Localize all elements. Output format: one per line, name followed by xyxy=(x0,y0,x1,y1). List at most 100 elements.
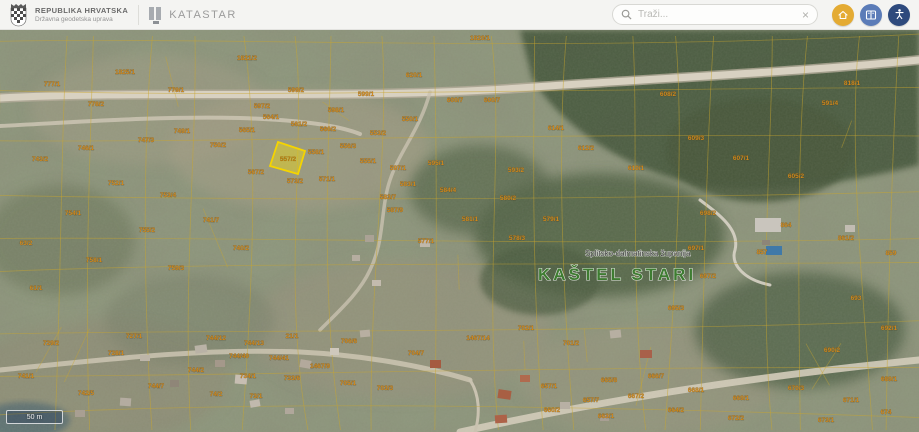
parcel-label: 704/7 xyxy=(408,350,425,357)
parcel-label: 657/7 xyxy=(583,397,600,404)
parcel-label: 744/40 xyxy=(229,353,249,360)
parcel-label: 579/1 xyxy=(543,216,560,223)
parcel-label: 750/2 xyxy=(210,142,227,149)
parcel-label: 702/1 xyxy=(518,325,535,332)
app-header: REPUBLIKA HRVATSKA Državna geodetska upr… xyxy=(0,0,919,30)
search-input[interactable] xyxy=(638,9,796,20)
parcel-label: 1825/1 xyxy=(115,69,135,76)
parcel-label: 578/3 xyxy=(509,235,526,242)
katastar-icon xyxy=(149,5,164,24)
parcel-label: 671/1 xyxy=(843,397,860,404)
parcel-label: 1467/14 xyxy=(466,335,490,342)
parcel-label: 556/3 xyxy=(340,143,357,150)
parcel-label: 705/1 xyxy=(340,380,357,387)
map-viewport[interactable]: 557/2 1825/1 779/1 778/2 777/1 1821/2 599/2 59… xyxy=(0,30,919,432)
app-name: KATASTAR xyxy=(169,8,237,21)
scale-bar-label: 50 m xyxy=(26,413,43,421)
dgu-brand[interactable]: REPUBLIKA HRVATSKA Državna geodetska upr… xyxy=(9,3,128,27)
croatia-coat-of-arms-icon xyxy=(10,3,27,26)
parcel-label: 741/1 xyxy=(18,373,35,380)
home-button[interactable] xyxy=(832,3,854,26)
parcel-label: 706/6 xyxy=(341,338,358,345)
parcel-label: 741/7 xyxy=(203,217,220,224)
header-actions xyxy=(832,3,910,26)
parcel-label: 577/1 xyxy=(418,238,435,245)
parcel-label: 752/1 xyxy=(108,180,125,187)
parcel-label: 818/1 xyxy=(844,80,861,87)
parcel-label: 599/2 xyxy=(288,87,305,94)
parcel-label: 733/6 xyxy=(284,375,301,382)
parcel-label: 754/1 xyxy=(65,210,82,217)
parcel-label: 567/2 xyxy=(248,169,265,176)
scale-bar: 50 m xyxy=(6,410,63,424)
settlement-label: KAŠTEL STARI xyxy=(538,265,696,284)
parcel-label: 583/7 xyxy=(380,194,397,201)
parcel-label: 1467/9 xyxy=(310,363,330,370)
parcel-label: 581/1 xyxy=(462,216,479,223)
parcel-label: 689/1 xyxy=(881,376,898,383)
parcel-label: 74/2 xyxy=(210,391,223,398)
parcel-label: 666/7 xyxy=(648,373,665,380)
parcel-label: 743/2 xyxy=(32,156,49,163)
parcel-label: 584/4 xyxy=(440,187,457,194)
parcel-label: 664/2 xyxy=(668,407,685,414)
parcel-label: 747/3 xyxy=(138,137,155,144)
parcel-label: 744/12 xyxy=(206,335,226,342)
parcel-label: 728/1 xyxy=(108,350,125,357)
parcel-label: 859 xyxy=(886,250,897,257)
parcel-label: 608/2 xyxy=(660,91,677,98)
parcel-label: 672/2 xyxy=(728,415,745,422)
parcel-label: 693 xyxy=(851,295,862,302)
parcel-label: 21/1 xyxy=(286,333,299,340)
parcel-label: 583/1 xyxy=(400,181,417,188)
parcel-label: 692/1 xyxy=(881,325,898,332)
home-icon xyxy=(838,10,848,19)
parcel-label: 610/1 xyxy=(628,165,645,172)
parcel-label: 758/1 xyxy=(86,257,103,264)
parcel-label: 778/2 xyxy=(88,101,105,108)
katastar-logo[interactable]: KATASTAR xyxy=(149,5,237,24)
parcel-label: 620/1 xyxy=(406,72,423,79)
parcel-label: 597/1 xyxy=(390,165,407,172)
parcel-label: 753/4 xyxy=(160,192,177,199)
parcel-label: 744/13 xyxy=(244,340,264,347)
parcel-label: 580/2 xyxy=(500,195,517,202)
accessibility-button[interactable] xyxy=(888,3,910,26)
parcel-label: 727/1 xyxy=(126,333,143,340)
parcel-label: 697/2 xyxy=(700,273,717,280)
search-icon xyxy=(621,9,632,20)
parcel-label: 612/2 xyxy=(578,145,595,152)
parcel-label: 777/1 xyxy=(44,81,61,88)
parcel-label: 558/1 xyxy=(308,149,325,156)
parcel-label: 740/2 xyxy=(233,245,250,252)
county-label: Splitsko-dalmatinska županija xyxy=(585,249,691,258)
parcel-label: 550/1 xyxy=(402,116,419,123)
search-bar[interactable]: × xyxy=(612,4,818,25)
parcel-label: 670/3 xyxy=(788,385,805,392)
parcel-label: 565/1 xyxy=(239,127,256,134)
parcel-label: 599/1 xyxy=(358,91,375,98)
panels-button[interactable] xyxy=(860,3,882,26)
parcel-label: 744/7 xyxy=(148,383,165,390)
clear-search-icon[interactable]: × xyxy=(802,9,809,21)
parcel-label: 669/1 xyxy=(733,395,750,402)
parcel-label: 573/2 xyxy=(287,178,304,185)
parcel-label: 695/3 xyxy=(668,305,685,312)
layers-panel-icon xyxy=(865,9,877,20)
parcel-label: 555/1 xyxy=(360,158,377,165)
parcel-label: 742/5 xyxy=(78,390,95,397)
orthophoto-map[interactable]: 557/2 1825/1 779/1 778/2 777/1 1821/2 599/2 59… xyxy=(0,30,919,432)
parcel-label: 591/4 xyxy=(822,100,839,107)
parcel-label: 564/1 xyxy=(263,114,280,121)
parcel-label: 595/1 xyxy=(428,160,445,167)
parcel-label: 660/2 xyxy=(544,407,561,414)
parcel-label: 861/2 xyxy=(838,235,855,242)
parcel-label: 600/7 xyxy=(484,97,501,104)
parcel-label: 744/2 xyxy=(188,367,205,374)
header-divider xyxy=(138,4,140,25)
parcel-label: 674 xyxy=(881,409,892,416)
parcel-label: 729/2 xyxy=(43,340,60,347)
parcel-label: 73/1 xyxy=(250,393,263,400)
parcel-label: 701/2 xyxy=(563,340,580,347)
parcel-label: 61/1 xyxy=(30,285,43,292)
